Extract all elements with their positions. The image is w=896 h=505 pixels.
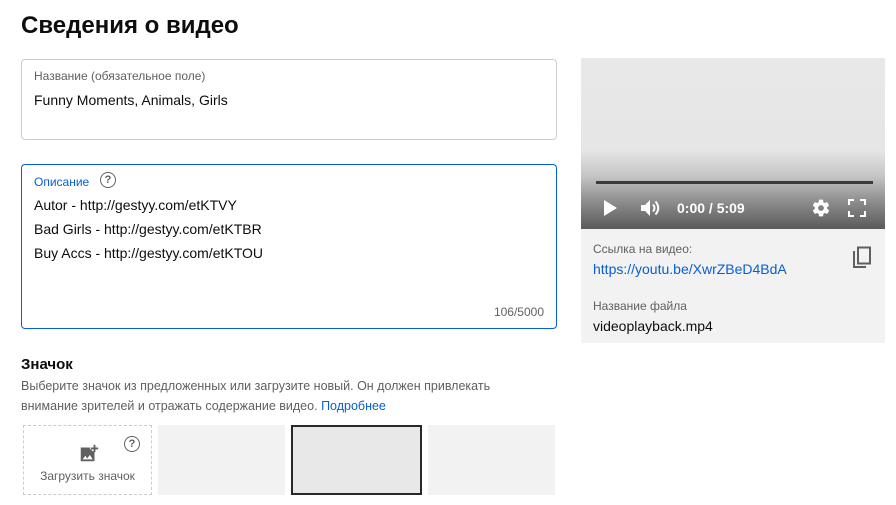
description-line: Bad Girls - http://gestyy.com/etKTBR — [34, 221, 262, 237]
page-title: Сведения о видео — [21, 12, 239, 39]
thumbnail-option[interactable] — [158, 425, 285, 495]
video-link-label: Ссылка на видео: — [593, 242, 693, 256]
video-player[interactable]: 0:00 / 5:09 — [581, 58, 885, 229]
description-line: Autor - http://gestyy.com/etKTVY — [34, 197, 237, 213]
thumbnail-option-selected[interactable] — [291, 425, 422, 495]
play-icon[interactable] — [602, 199, 618, 217]
video-preview-panel: 0:00 / 5:09 Ссылка на видео: https://you… — [581, 58, 885, 343]
title-input[interactable]: Funny Moments, Animals, Girls — [34, 92, 228, 108]
gear-icon[interactable] — [811, 198, 831, 218]
learn-more-link[interactable]: Подробнее — [321, 399, 386, 413]
upload-thumbnail-button[interactable]: ? Загрузить значок — [23, 425, 152, 495]
title-field[interactable]: Название (обязательное поле) Funny Momen… — [21, 59, 557, 140]
video-link[interactable]: https://youtu.be/XwrZBeD4BdA — [593, 261, 787, 277]
char-counter: 106/5000 — [493, 305, 544, 319]
description-field[interactable]: Описание ? Autor - http://gestyy.com/etK… — [21, 164, 557, 329]
thumbnail-description-text: Выберите значок из предложенных или загр… — [21, 379, 491, 413]
help-icon[interactable]: ? — [100, 172, 116, 188]
thumbnail-heading: Значок — [21, 356, 73, 373]
fullscreen-icon[interactable] — [848, 199, 866, 217]
thumbnail-description: Выберите значок из предложенных или загр… — [21, 376, 541, 416]
help-icon[interactable]: ? — [124, 436, 140, 452]
description-field-label: Описание — [34, 175, 90, 189]
thumbnail-option[interactable] — [428, 425, 555, 495]
description-line: Buy Accs - http://gestyy.com/etKTOU — [34, 245, 264, 261]
title-field-label: Название (обязательное поле) — [34, 69, 206, 83]
volume-icon[interactable] — [640, 198, 662, 218]
add-image-icon — [80, 444, 99, 462]
copy-icon[interactable] — [851, 246, 873, 270]
progress-bar[interactable] — [596, 181, 873, 184]
time-display: 0:00 / 5:09 — [677, 200, 745, 216]
upload-thumbnail-label: Загрузить значок — [40, 469, 135, 483]
file-name: videoplayback.mp4 — [593, 318, 713, 334]
description-input[interactable]: Autor - http://gestyy.com/etKTVY Bad Gir… — [34, 196, 263, 268]
file-name-label: Название файла — [593, 299, 687, 313]
